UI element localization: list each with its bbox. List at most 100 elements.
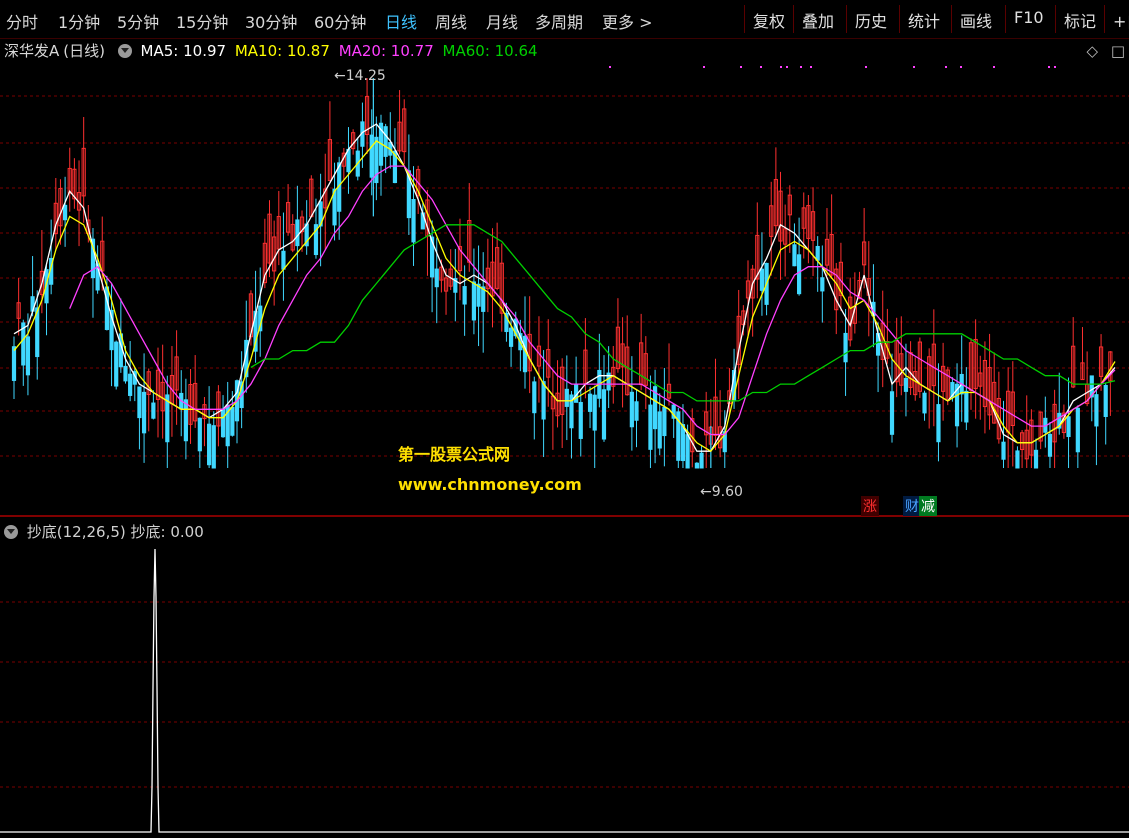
candle-body <box>541 381 546 420</box>
custom-button[interactable]: +自 <box>1104 5 1129 33</box>
candle-body <box>936 404 941 443</box>
signal-dot <box>780 66 782 68</box>
candle-body <box>601 389 607 440</box>
candle-body <box>759 268 765 291</box>
candle-body <box>903 377 909 392</box>
signal-dot <box>913 66 915 68</box>
candle-body <box>1001 441 1006 460</box>
candle-body <box>183 399 188 442</box>
signal-dot <box>993 66 995 68</box>
candle-body <box>481 286 486 312</box>
signal-dot <box>609 66 611 68</box>
indicator-chart[interactable] <box>0 517 1129 838</box>
tab-more-label: 更多 <box>602 13 635 32</box>
chevron-right-icon: > <box>639 13 653 32</box>
tab-multi-period[interactable]: 多周期 <box>535 9 583 33</box>
tab-15min[interactable]: 15分钟 <box>176 9 228 33</box>
signal-dot <box>945 66 947 68</box>
candle-body <box>889 391 895 435</box>
candle-body <box>522 335 528 373</box>
signal-dots <box>609 66 1056 68</box>
history-button[interactable]: 历史 <box>846 5 895 33</box>
candle-body <box>197 417 202 452</box>
candle-body <box>462 286 467 305</box>
candle-body <box>281 250 286 270</box>
candle-body <box>11 346 17 381</box>
low-price-label: ←9.60 <box>700 484 743 500</box>
candle-body <box>230 406 235 436</box>
low-price-value: 9.60 <box>711 484 743 500</box>
watermark-title: 第一股票公式网 <box>398 445 511 464</box>
tab-1min[interactable]: 1分钟 <box>58 9 100 33</box>
candle-body <box>634 401 639 421</box>
indicator-series-line <box>0 548 1129 833</box>
candle-body <box>137 386 142 419</box>
candle-body <box>151 402 156 419</box>
tab-intraday[interactable]: 分时 <box>6 9 38 33</box>
signal-dot <box>800 66 802 68</box>
candle-body <box>123 365 128 382</box>
candle-body <box>587 393 593 412</box>
candle-body <box>295 219 300 247</box>
watermark-url: www.chnmoney.com <box>398 475 582 494</box>
signal-dot <box>1054 66 1056 68</box>
tab-5min[interactable]: 5分钟 <box>117 9 159 33</box>
candle-body <box>471 281 477 321</box>
candle-body <box>114 341 119 387</box>
badge-reduce[interactable]: 减 <box>919 496 937 516</box>
signal-dot <box>865 66 867 68</box>
candle-body <box>211 425 216 469</box>
tab-weekly[interactable]: 周线 <box>435 9 467 33</box>
candle-body <box>411 198 416 243</box>
signal-dot <box>960 66 962 68</box>
candle-body <box>1047 433 1053 457</box>
tab-daily[interactable]: 日线 <box>385 9 417 33</box>
candle-body <box>220 408 226 438</box>
candle-body <box>843 332 848 363</box>
candle-body <box>128 373 133 396</box>
candle-body <box>346 148 351 173</box>
draw-line-button[interactable]: 画线 <box>951 5 1000 33</box>
signal-dot <box>740 66 742 68</box>
candle-body <box>792 244 797 267</box>
candle-body <box>1015 450 1020 469</box>
candle-body <box>1094 394 1099 427</box>
mark-button[interactable]: 标记 <box>1055 5 1104 33</box>
candle-body <box>1033 449 1039 469</box>
candle-body <box>922 392 927 414</box>
kline-chart[interactable] <box>0 38 1129 517</box>
candle-body <box>657 411 662 449</box>
candle-body <box>964 390 969 423</box>
candle-body <box>1103 384 1108 417</box>
tab-30min[interactable]: 30分钟 <box>245 9 297 33</box>
signal-dot <box>703 66 705 68</box>
candle-body <box>820 277 825 292</box>
statistics-button[interactable]: 统计 <box>899 5 948 33</box>
signal-dot <box>786 66 788 68</box>
candle-body <box>685 434 690 469</box>
indicator-line <box>0 548 1129 833</box>
tab-60min[interactable]: 60分钟 <box>314 9 366 33</box>
candle-body <box>383 126 388 157</box>
restore-rights-button[interactable]: 复权 <box>744 5 793 33</box>
candle-body <box>797 254 802 295</box>
candle-body <box>629 391 634 428</box>
candle-body <box>1075 407 1080 453</box>
candle-body <box>648 404 653 450</box>
f10-button[interactable]: F10 <box>1005 5 1052 33</box>
candle-body <box>141 391 147 434</box>
high-price-value: 14.25 <box>345 68 386 84</box>
badge-up[interactable]: 涨 <box>861 496 879 516</box>
candle-body <box>578 401 583 439</box>
overlay-button[interactable]: 叠加 <box>793 5 842 33</box>
candle-body <box>63 204 68 221</box>
candle-body <box>564 388 569 407</box>
candle-body <box>207 423 212 466</box>
tab-monthly[interactable]: 月线 <box>486 9 518 33</box>
candle-body <box>815 245 820 261</box>
signal-dot <box>810 66 812 68</box>
indicator-grid <box>0 601 1129 788</box>
tab-more[interactable]: 更多 > <box>602 9 653 33</box>
high-price-label: ←14.25 <box>334 68 386 84</box>
candle-body <box>508 327 514 347</box>
